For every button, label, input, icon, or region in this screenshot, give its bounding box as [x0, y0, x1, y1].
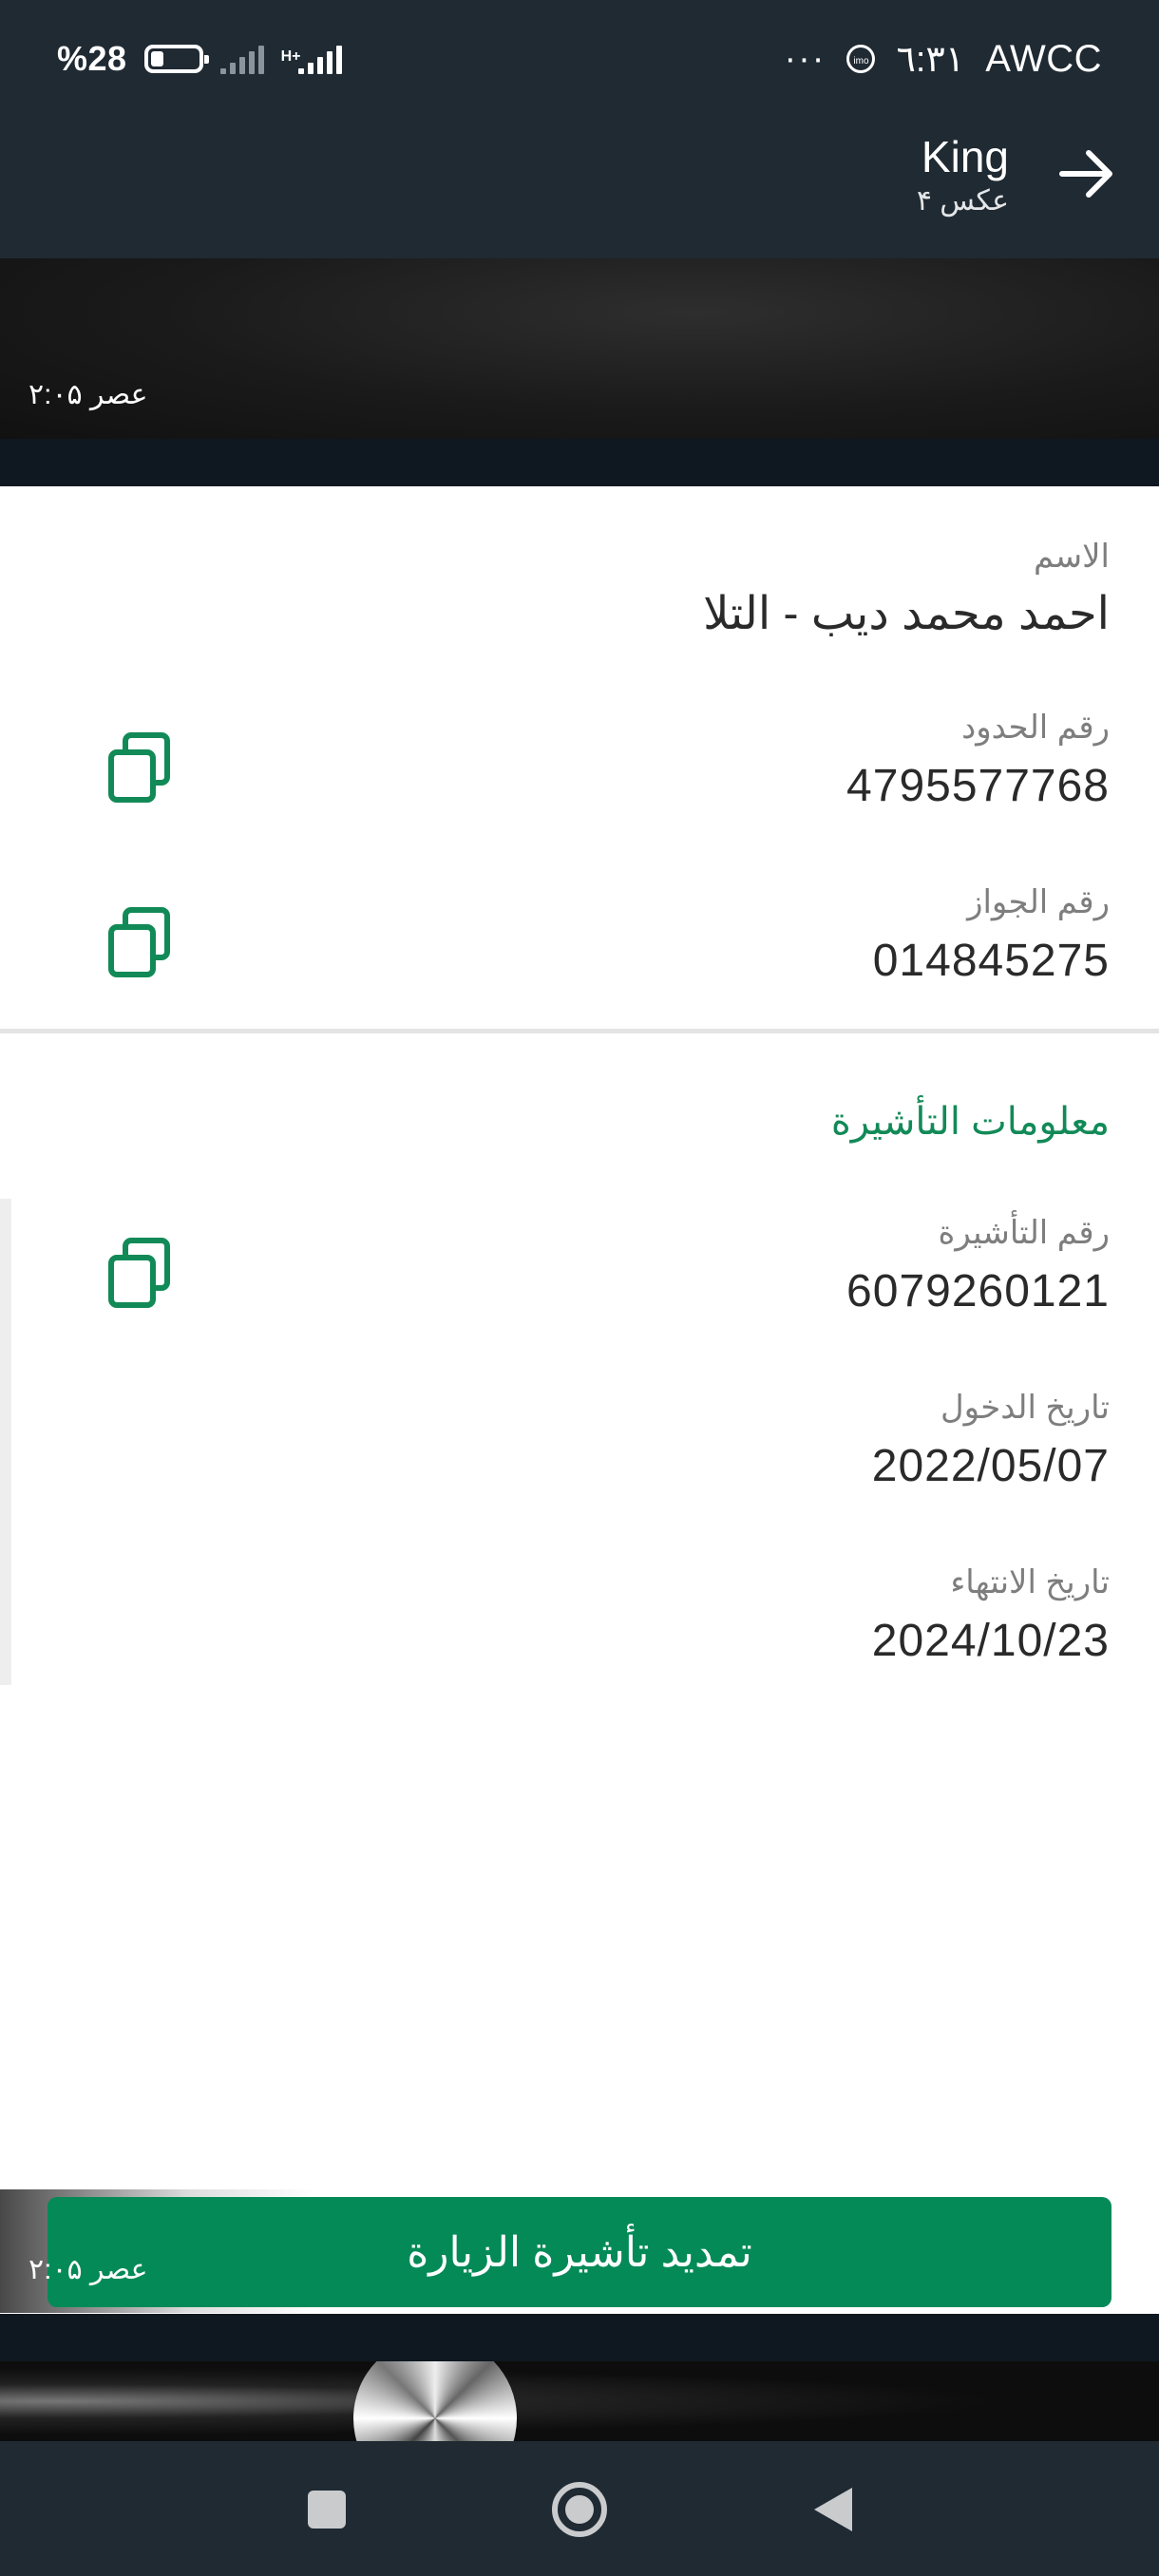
- photo-bottom-band: [0, 439, 1159, 486]
- system-navigation-bar: [0, 2441, 1159, 2576]
- name-label: الاسم: [1034, 539, 1110, 575]
- passport-number-label: رقم الجواز: [967, 884, 1110, 920]
- next-photo-preview[interactable]: [0, 2361, 1159, 2441]
- more-notifications-icon: ···: [784, 38, 826, 79]
- name-value: احمد محمد ديب - التلا: [703, 589, 1110, 639]
- visa-number-value: 6079260121: [846, 1266, 1110, 1316]
- copy-border-number-icon[interactable]: [106, 731, 173, 804]
- visa-section-title: معلومات التأشيرة: [830, 1101, 1110, 1143]
- photo-disc-image: [353, 2361, 517, 2441]
- imo-icon: imo: [846, 45, 876, 73]
- section-divider: [0, 1029, 1159, 1033]
- back-arrow-icon[interactable]: [1054, 141, 1121, 207]
- status-bar-left: %28 H+: [57, 34, 343, 84]
- chat-subtitle: ۴ عکس: [916, 185, 1009, 217]
- carrier-name: AWCC: [985, 37, 1102, 80]
- status-bar-right: ··· imo ٦:٣١ AWCC: [785, 34, 1103, 84]
- signal-icon-sim1: [298, 44, 343, 74]
- back-button[interactable]: [794, 2472, 870, 2548]
- left-rail: [0, 1199, 11, 1685]
- chat-name: King: [921, 132, 1009, 181]
- entry-date-label: تاريخ الدخول: [940, 1390, 1110, 1426]
- copy-passport-number-icon[interactable]: [106, 906, 173, 978]
- clock: ٦:٣١: [896, 39, 965, 80]
- home-button[interactable]: [542, 2472, 618, 2548]
- battery-icon: [143, 45, 209, 73]
- passport-number-value: 014845275: [872, 936, 1110, 986]
- visa-number-label: رقم التأشيرة: [938, 1215, 1111, 1251]
- border-number-value: 4795577768: [846, 761, 1110, 811]
- expiry-date-value: 2024/10/23: [871, 1616, 1110, 1666]
- network-type: H+: [280, 48, 301, 65]
- extend-visit-visa-button[interactable]: تمديد تأشيرة الزيارة: [48, 2197, 1112, 2307]
- photo-timestamp: ۲:۰۵ عصر: [28, 379, 148, 410]
- signal-icon-sim2: [219, 44, 264, 74]
- chat-header-title[interactable]: King ۴ عکس: [917, 131, 1009, 220]
- expiry-date-label: تاريخ الانتهاء: [950, 1564, 1110, 1601]
- entry-date-value: 2022/05/07: [871, 1441, 1110, 1491]
- photo-preview[interactable]: ۲:۰۵ عصر: [0, 258, 1159, 439]
- recents-button[interactable]: [289, 2472, 365, 2548]
- photo-top-band: [0, 2314, 1159, 2361]
- battery-percent: %28: [57, 39, 127, 78]
- photo-timestamp-bottom: ۲:۰۵ عصر: [28, 2254, 148, 2285]
- copy-visa-number-icon[interactable]: [106, 1237, 173, 1309]
- border-number-label: رقم الحدود: [961, 710, 1110, 746]
